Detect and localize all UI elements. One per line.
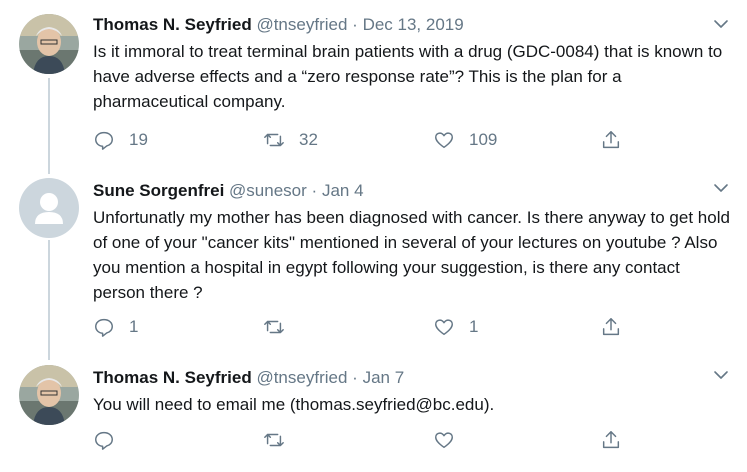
default-avatar-icon xyxy=(19,178,79,238)
tweet-text: You will need to email me (thomas.seyfri… xyxy=(93,395,495,414)
like-icon xyxy=(435,319,453,336)
reply-icon xyxy=(95,131,113,150)
user-handle[interactable]: @tnseyfried xyxy=(256,368,347,387)
tweet-text: Unfortunatly my mother has been diagnose… xyxy=(93,208,730,302)
user-handle[interactable]: @sunesor xyxy=(229,181,307,200)
display-name[interactable]: Thomas N. Seyfried xyxy=(93,368,252,387)
tweet-date[interactable]: Jan 7 xyxy=(363,368,405,387)
share-button[interactable] xyxy=(600,429,622,451)
chevron-down-icon[interactable] xyxy=(713,16,729,32)
reply-count: 19 xyxy=(129,130,148,149)
display-name[interactable]: Sune Sorgenfrei xyxy=(93,181,224,200)
tweet-date[interactable]: Jan 4 xyxy=(322,181,364,200)
separator-dot: · xyxy=(352,15,358,34)
retweet-icon xyxy=(264,433,284,447)
share-button[interactable] xyxy=(600,316,622,338)
avatar-photo xyxy=(19,365,79,425)
retweet-button[interactable]: 32 xyxy=(263,129,318,151)
tweet[interactable]: Thomas N. Seyfried @tnseyfried · Jan 7 Y… xyxy=(0,355,747,472)
reply-icon xyxy=(95,431,113,450)
separator-dot: · xyxy=(311,181,318,200)
reply-count: 1 xyxy=(129,317,139,336)
avatar-photo xyxy=(19,14,79,74)
chevron-down-icon[interactable] xyxy=(713,180,729,196)
reply-icon xyxy=(95,318,113,337)
like-icon xyxy=(435,132,453,149)
avatar[interactable] xyxy=(19,365,79,425)
share-icon xyxy=(602,431,620,449)
retweet-button[interactable] xyxy=(263,316,299,338)
like-button[interactable]: 109 xyxy=(433,129,497,151)
tweet[interactable]: Sune Sorgenfrei @sunesor · Jan 4 Unfortu… xyxy=(0,170,747,355)
display-name[interactable]: Thomas N. Seyfried xyxy=(93,15,252,34)
share-button[interactable] xyxy=(600,129,622,151)
tweet-date[interactable]: Dec 13, 2019 xyxy=(363,15,464,34)
like-button[interactable]: 1 xyxy=(433,316,478,338)
retweet-count: 32 xyxy=(299,130,318,149)
like-icon xyxy=(435,432,453,449)
reply-button[interactable]: 19 xyxy=(93,129,148,151)
share-icon xyxy=(602,131,620,149)
retweet-icon xyxy=(264,133,284,147)
retweet-button[interactable] xyxy=(263,429,299,451)
avatar[interactable] xyxy=(19,14,79,74)
reply-button[interactable] xyxy=(93,429,129,451)
chevron-down-icon[interactable] xyxy=(713,367,729,383)
like-count: 1 xyxy=(469,317,479,336)
like-count: 109 xyxy=(469,130,498,149)
tweet-text: Is it immoral to treat terminal brain pa… xyxy=(93,42,723,111)
share-icon xyxy=(602,318,620,336)
avatar[interactable] xyxy=(19,178,79,238)
reply-button[interactable]: 1 xyxy=(93,316,138,338)
user-handle[interactable]: @tnseyfried xyxy=(256,15,347,34)
retweet-icon xyxy=(264,320,284,334)
tweet[interactable]: Thomas N. Seyfried @tnseyfried · Dec 13,… xyxy=(0,0,747,170)
like-button[interactable] xyxy=(433,429,469,451)
separator-dot: · xyxy=(352,368,358,387)
